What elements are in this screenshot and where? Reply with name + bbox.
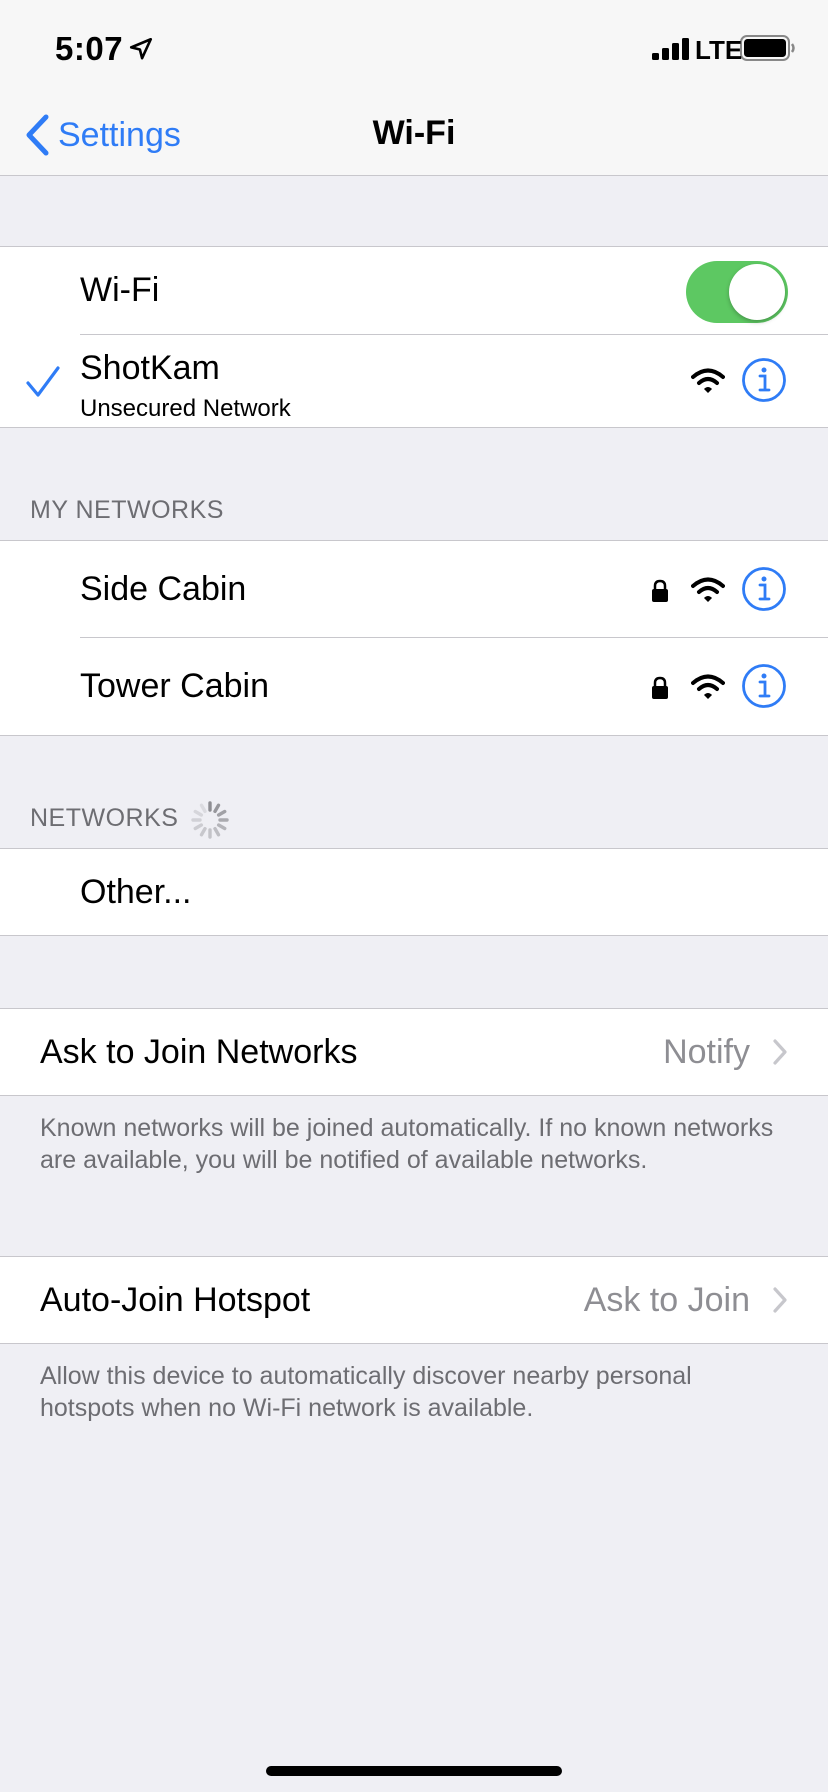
my-networks-group: Side Cabin Tower Cabin [0,540,828,736]
network-name: Tower Cabin [80,667,269,705]
auto-join-hotspot-value: Ask to Join [583,1281,750,1319]
lock-icon [652,579,668,602]
ask-to-join-row[interactable]: Ask to Join Networks Notify [0,1009,828,1095]
ask-to-join-group: Ask to Join Networks Notify [0,1008,828,1096]
wifi-icon [691,368,725,393]
cellular-signal-icon [652,38,689,60]
auto-join-hotspot-group: Auto-Join Hotspot Ask to Join [0,1256,828,1344]
ask-to-join-label: Ask to Join Networks [40,1033,358,1071]
navigation-bar: Settings Wi-Fi [0,96,828,176]
loading-spinner-icon [191,801,229,839]
wifi-settings-screen: 5:07 LTE Settings Wi-Fi Wi-Fi ShotKam Un… [0,0,828,1792]
checkmark-icon [26,366,60,397]
other-network-label: Other... [80,873,192,911]
ask-to-join-footnote: Known networks will be joined automatica… [40,1114,774,1174]
network-row-side-cabin[interactable]: Side Cabin [0,541,828,638]
battery-icon [740,35,795,61]
info-icon[interactable] [741,663,787,709]
info-icon[interactable] [741,566,787,612]
auto-join-hotspot-row[interactable]: Auto-Join Hotspot Ask to Join [0,1257,828,1343]
lock-icon [652,676,668,699]
network-name: Side Cabin [80,570,247,608]
chevron-right-icon [773,1039,787,1065]
networks-header: NETWORKS [30,804,179,832]
wifi-icon [691,674,725,699]
page-title: Wi-Fi [372,114,456,152]
ask-to-join-value: Notify [663,1033,750,1071]
other-network-row[interactable]: Other... [0,849,828,935]
chevron-right-icon [773,1287,787,1313]
my-networks-header: MY NETWORKS [30,496,224,524]
auto-join-hotspot-footnote: Allow this device to automatically disco… [40,1362,692,1422]
wifi-toggle-label: Wi-Fi [80,271,160,309]
status-bar: 5:07 LTE [0,0,828,96]
info-icon[interactable] [741,357,787,403]
auto-join-hotspot-label: Auto-Join Hotspot [40,1281,311,1319]
wifi-icon [691,577,725,602]
networks-group: Other... [0,848,828,936]
current-network-row[interactable]: ShotKam Unsecured Network [0,335,828,427]
current-network-name: ShotKam [80,349,220,387]
network-row-tower-cabin[interactable]: Tower Cabin [0,638,828,735]
toggle-knob [729,264,785,320]
location-arrow-icon [129,37,153,60]
carrier-label: LTE [695,35,743,65]
current-network-subtitle: Unsecured Network [80,395,291,422]
status-time: 5:07 [55,30,124,67]
wifi-toggle-switch[interactable] [686,261,788,323]
home-indicator[interactable] [266,1766,562,1776]
wifi-toggle-group: Wi-Fi ShotKam Unsecured Network [0,246,828,428]
wifi-toggle-row: Wi-Fi [0,247,828,335]
